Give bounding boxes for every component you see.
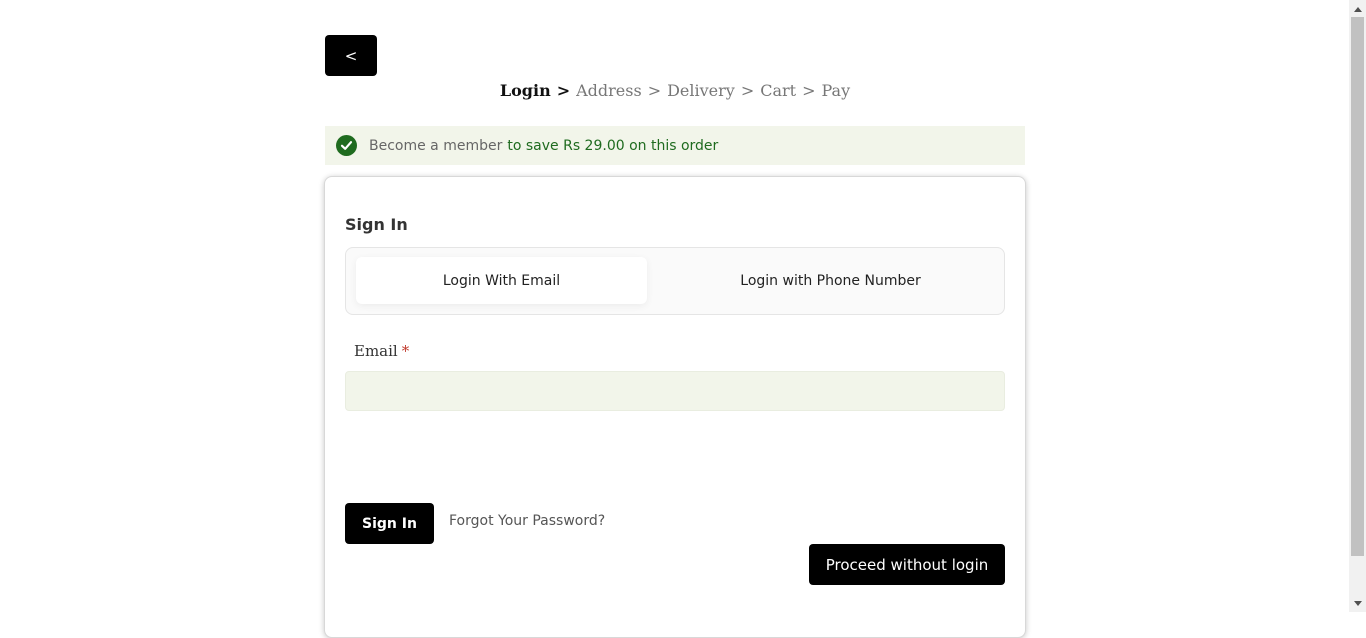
breadcrumb-step-login[interactable]: Login bbox=[500, 81, 551, 100]
email-label: Email * bbox=[354, 342, 409, 360]
become-member-link[interactable]: Become a member bbox=[369, 138, 502, 154]
login-method-tabs: Login With Email Login with Phone Number bbox=[345, 247, 1005, 315]
savings-text: to save Rs 29.00 on this order bbox=[507, 137, 719, 154]
breadcrumb-separator: > bbox=[740, 80, 755, 100]
membership-banner: Become a member to save Rs 29.00 on this… bbox=[325, 126, 1025, 165]
breadcrumb: Login > Address > Delivery > Cart > Pay bbox=[325, 78, 1025, 102]
email-field[interactable] bbox=[345, 371, 1005, 411]
breadcrumb-step-address[interactable]: Address bbox=[576, 81, 642, 100]
signin-card: Sign In Login With Email Login with Phon… bbox=[324, 176, 1026, 638]
check-circle-icon bbox=[336, 135, 357, 156]
checkout-login-page: < Login > Address > Delivery > Cart > Pa… bbox=[0, 0, 1349, 638]
required-mark: * bbox=[401, 342, 410, 360]
breadcrumb-separator: > bbox=[556, 80, 571, 100]
tab-login-email-label: Login With Email bbox=[442, 272, 561, 289]
scroll-up-icon[interactable] bbox=[1349, 0, 1366, 17]
email-label-text: Email bbox=[354, 342, 398, 360]
back-button[interactable]: < bbox=[325, 35, 377, 76]
signin-button[interactable]: Sign In bbox=[345, 503, 434, 544]
breadcrumb-step-delivery[interactable]: Delivery bbox=[667, 81, 735, 100]
tab-login-phone[interactable]: Login with Phone Number bbox=[666, 257, 995, 304]
vertical-scrollbar[interactable] bbox=[1349, 0, 1366, 612]
proceed-without-login-button[interactable]: Proceed without login bbox=[809, 544, 1005, 585]
tab-login-email[interactable]: Login With Email bbox=[356, 257, 647, 304]
tab-login-phone-label: Login with Phone Number bbox=[740, 272, 921, 289]
scrollbar-thumb[interactable] bbox=[1351, 17, 1364, 556]
breadcrumb-step-cart[interactable]: Cart bbox=[760, 81, 796, 100]
breadcrumb-separator: > bbox=[647, 80, 662, 100]
breadcrumb-step-pay[interactable]: Pay bbox=[822, 81, 851, 100]
proceed-without-login-label: Proceed without login bbox=[825, 555, 989, 574]
signin-title: Sign In bbox=[345, 215, 408, 234]
signin-button-label: Sign In bbox=[362, 515, 417, 532]
back-button-label: < bbox=[344, 46, 358, 65]
scroll-down-icon[interactable] bbox=[1349, 595, 1366, 612]
forgot-password-link[interactable]: Forgot Your Password? bbox=[449, 513, 605, 529]
breadcrumb-separator: > bbox=[802, 80, 816, 100]
